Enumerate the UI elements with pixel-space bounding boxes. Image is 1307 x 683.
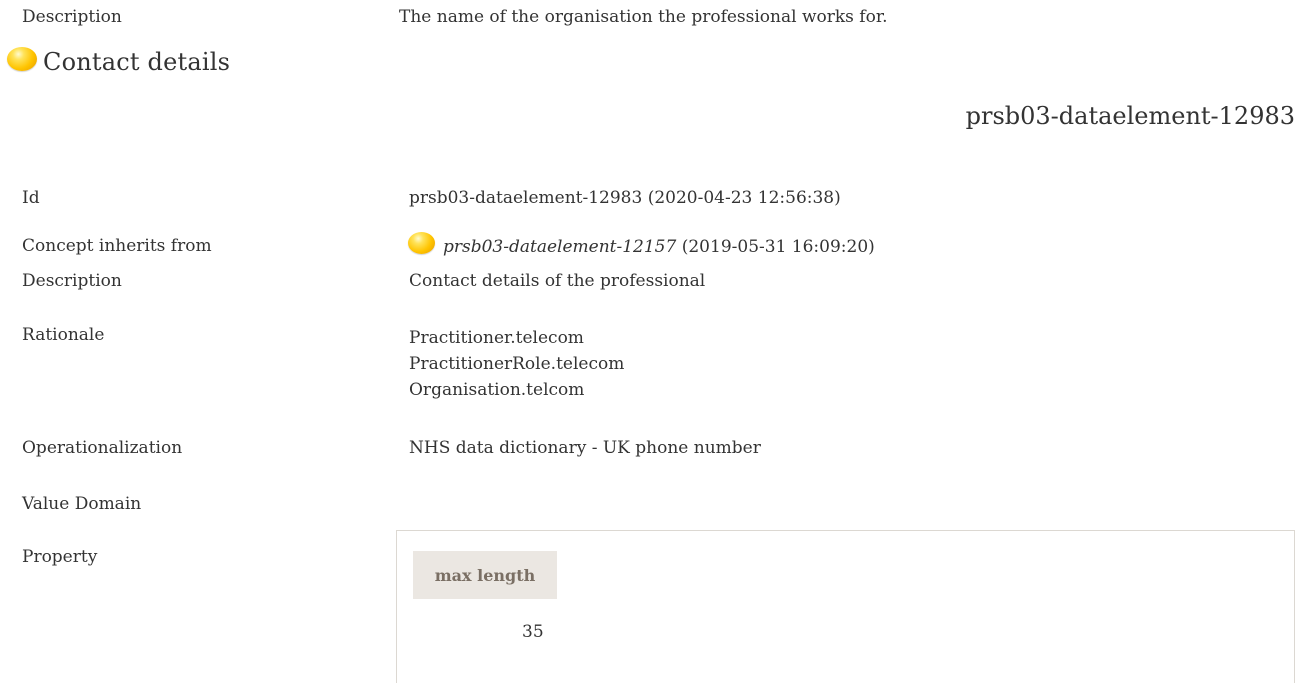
inherits-value: prsb03-dataelement-12157 (2019-05-31 16:…	[408, 232, 875, 257]
inherits-date: (2019-05-31 16:09:20)	[681, 237, 875, 257]
inherits-label: Concept inherits from	[22, 236, 212, 256]
previous-description-label: Description	[22, 7, 122, 27]
description-label: Description	[22, 271, 122, 291]
section-title: Contact details	[43, 48, 231, 76]
id-label: Id	[22, 188, 40, 208]
max-length-header: max length	[413, 551, 557, 599]
rationale-line: Organisation.telcom	[409, 380, 585, 400]
rationale-value: Practitioner.telecom PractitionerRole.te…	[409, 325, 624, 403]
yellow-ball-icon	[7, 47, 37, 71]
property-table: max length 35	[396, 530, 1295, 683]
previous-description-value: The name of the organisation the profess…	[399, 7, 888, 27]
yellow-ball-icon	[408, 232, 435, 254]
element-id-heading: prsb03-dataelement-12983	[965, 102, 1295, 130]
rationale-line: Practitioner.telecom	[409, 328, 584, 348]
operationalization-value: NHS data dictionary - UK phone number	[409, 438, 761, 458]
section-header[interactable]: Contact details	[7, 47, 231, 76]
description-value: Contact details of the professional	[409, 271, 706, 291]
property-label: Property	[22, 547, 98, 567]
operationalization-label: Operationalization	[22, 438, 183, 458]
value-domain-label: Value Domain	[22, 494, 142, 514]
id-value: prsb03-dataelement-12983 (2020-04-23 12:…	[409, 188, 841, 208]
rationale-label: Rationale	[22, 325, 105, 345]
max-length-value: 35	[522, 622, 544, 642]
rationale-line: PractitionerRole.telecom	[409, 354, 625, 374]
inherits-link[interactable]: prsb03-dataelement-12157	[443, 237, 676, 257]
